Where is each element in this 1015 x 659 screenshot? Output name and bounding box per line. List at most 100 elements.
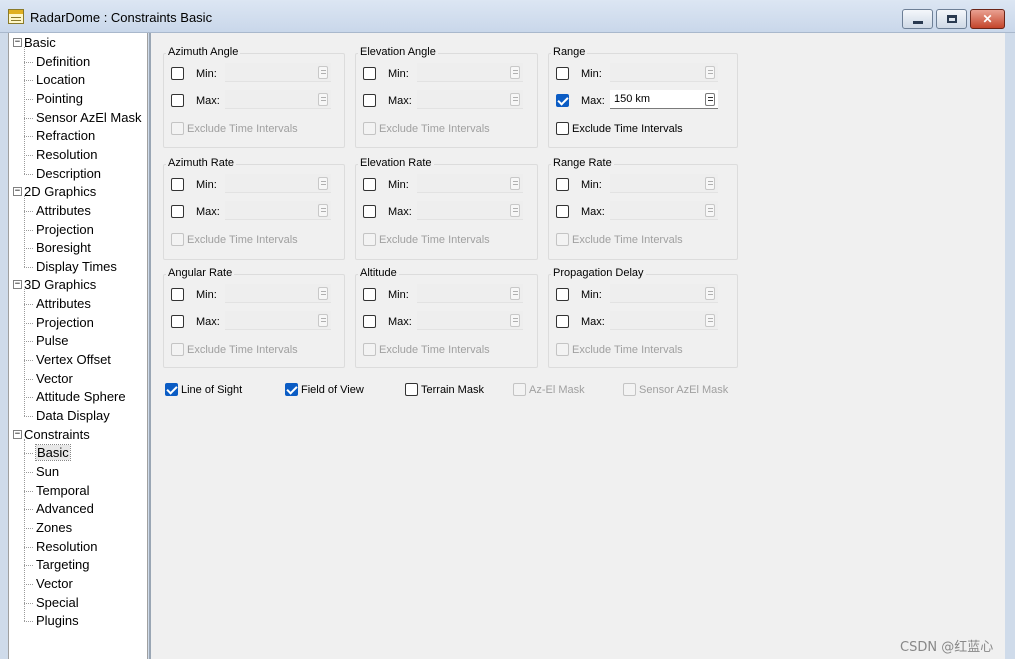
azimuth-rate-min-input[interactable] (225, 174, 331, 193)
range-rate-max-input[interactable] (610, 201, 718, 220)
tree-item-constraints-vector[interactable]: Vector (36, 575, 73, 593)
angular-rate-min-input[interactable] (225, 284, 331, 303)
unit-selector-icon[interactable] (510, 204, 520, 217)
tree-group-2d-graphics[interactable]: −2D Graphics (13, 183, 96, 201)
tree-item-3d-graphics-vector[interactable]: Vector (36, 370, 73, 388)
azimuth-angle-exclude-checkbox[interactable] (171, 122, 184, 135)
azimuth-angle-max-checkbox[interactable] (171, 94, 184, 107)
unit-selector-icon[interactable] (510, 314, 520, 327)
unit-selector-icon[interactable] (705, 66, 715, 79)
collapse-icon[interactable]: − (13, 280, 22, 290)
azimuth-rate-max-input[interactable] (225, 201, 331, 220)
tree-group-3d-graphics[interactable]: −3D Graphics (13, 276, 96, 294)
line-of-sight-checkbox[interactable] (165, 383, 178, 396)
elevation-rate-min-input[interactable] (417, 174, 523, 193)
tree-item-3d-graphics-data-display[interactable]: Data Display (36, 407, 110, 425)
unit-selector-icon[interactable] (510, 177, 520, 190)
tree-item-constraints-resolution[interactable]: Resolution (36, 538, 97, 556)
angular-rate-max-input[interactable] (225, 311, 331, 330)
azimuth-rate-max-checkbox[interactable] (171, 205, 184, 218)
elevation-rate-max-checkbox[interactable] (363, 205, 376, 218)
azimuth-angle-min-checkbox[interactable] (171, 67, 184, 80)
range-min-checkbox[interactable] (556, 67, 569, 80)
unit-selector-icon[interactable] (510, 66, 520, 79)
close-button[interactable]: ✕ (970, 9, 1005, 29)
propagation-delay-max-checkbox[interactable] (556, 315, 569, 328)
azimuth-angle-min-input[interactable] (225, 63, 331, 82)
tree-item-basic-refraction[interactable]: Refraction (36, 127, 95, 145)
elevation-angle-min-checkbox[interactable] (363, 67, 376, 80)
unit-selector-icon[interactable] (705, 93, 715, 106)
tree-item-constraints-temporal[interactable]: Temporal (36, 482, 89, 500)
tree-item-basic-definition[interactable]: Definition (36, 53, 90, 71)
field-of-view-checkbox[interactable] (285, 383, 298, 396)
elevation-rate-max-input[interactable] (417, 201, 523, 220)
tree-group-constraints[interactable]: − Constraints (13, 426, 90, 444)
unit-selector-icon[interactable] (705, 287, 715, 300)
altitude-max-input[interactable] (417, 311, 523, 330)
unit-selector-icon[interactable] (705, 204, 715, 217)
elevation-angle-max-input[interactable] (417, 90, 523, 109)
range-max-checkbox[interactable] (556, 94, 569, 107)
unit-selector-icon[interactable] (318, 287, 328, 300)
altitude-exclude-checkbox[interactable] (363, 343, 376, 356)
angular-rate-exclude-checkbox[interactable] (171, 343, 184, 356)
tree-item-basic-pointing[interactable]: Pointing (36, 90, 83, 108)
azimuth-angle-max-input[interactable] (225, 90, 331, 109)
unit-selector-icon[interactable] (318, 66, 328, 79)
range-rate-exclude-checkbox[interactable] (556, 233, 569, 246)
collapse-icon[interactable]: − (13, 38, 22, 47)
tree-group-basic[interactable]: − Basic (13, 34, 56, 52)
collapse-icon[interactable]: − (13, 187, 22, 197)
maximize-button[interactable] (936, 9, 967, 29)
sensor-azel-mask-checkbox[interactable] (623, 383, 636, 396)
altitude-min-checkbox[interactable] (363, 288, 376, 301)
unit-selector-icon[interactable] (705, 314, 715, 327)
elevation-rate-exclude-checkbox[interactable] (363, 233, 376, 246)
unit-selector-icon[interactable] (510, 287, 520, 300)
unit-selector-icon[interactable] (705, 177, 715, 190)
range-min-input[interactable] (610, 63, 718, 82)
azimuth-rate-exclude-checkbox[interactable] (171, 233, 184, 246)
tree-item-constraints-zones[interactable]: Zones (36, 519, 72, 537)
elevation-rate-min-checkbox[interactable] (363, 178, 376, 191)
elevation-angle-exclude-checkbox[interactable] (363, 122, 376, 135)
range-rate-max-checkbox[interactable] (556, 205, 569, 218)
angular-rate-max-checkbox[interactable] (171, 315, 184, 328)
elevation-angle-min-input[interactable] (417, 63, 523, 82)
tree-item-basic-description[interactable]: Description (36, 165, 101, 183)
unit-selector-icon[interactable] (318, 93, 328, 106)
tree-item-constraints-special[interactable]: Special (36, 594, 79, 612)
azimuth-rate-min-checkbox[interactable] (171, 178, 184, 191)
altitude-min-input[interactable] (417, 284, 523, 303)
terrain-mask-checkbox[interactable] (405, 383, 418, 396)
altitude-max-checkbox[interactable] (363, 315, 376, 328)
tree-item-basic-location[interactable]: Location (36, 71, 85, 89)
collapse-icon[interactable]: − (13, 429, 22, 439)
tree-item-basic-sensor-azel-mask[interactable]: Sensor AzEl Mask (36, 109, 142, 127)
minimize-button[interactable] (902, 9, 933, 29)
title-bar[interactable]: RadarDome : Constraints Basic ✕ (0, 0, 1015, 33)
tree-item-3d-graphics-attitude-sphere[interactable]: Attitude Sphere (36, 388, 126, 406)
unit-selector-icon[interactable] (318, 314, 328, 327)
propagation-delay-min-checkbox[interactable] (556, 288, 569, 301)
tree-item-3d-graphics-pulse[interactable]: Pulse (36, 332, 69, 350)
tree-item-3d-graphics-vertex-offset[interactable]: Vertex Offset (36, 351, 111, 369)
tree-item-3d-graphics-attributes[interactable]: Attributes (36, 295, 91, 313)
tree-item-constraints-basic[interactable]: Basic (35, 444, 71, 462)
tree-item-2d-graphics-attributes[interactable]: Attributes (36, 202, 91, 220)
tree-item-2d-graphics-boresight[interactable]: Boresight (36, 239, 91, 257)
propagation-delay-min-input[interactable] (610, 284, 718, 303)
propagation-delay-exclude-checkbox[interactable] (556, 343, 569, 356)
unit-selector-icon[interactable] (318, 177, 328, 190)
range-rate-min-input[interactable] (610, 174, 718, 193)
tree-item-3d-graphics-projection[interactable]: Projection (36, 314, 94, 332)
tree-item-constraints-sun[interactable]: Sun (36, 463, 59, 481)
tree-item-2d-graphics-display-times[interactable]: Display Times (36, 258, 117, 276)
range-max-input[interactable]: 150 km (610, 90, 718, 109)
propagation-delay-max-input[interactable] (610, 311, 718, 330)
elevation-angle-max-checkbox[interactable] (363, 94, 376, 107)
unit-selector-icon[interactable] (318, 204, 328, 217)
navigation-tree[interactable]: − Basic Definition Location Pointing Sensor A… (8, 33, 148, 659)
tree-item-constraints-advanced[interactable]: Advanced (36, 500, 94, 518)
